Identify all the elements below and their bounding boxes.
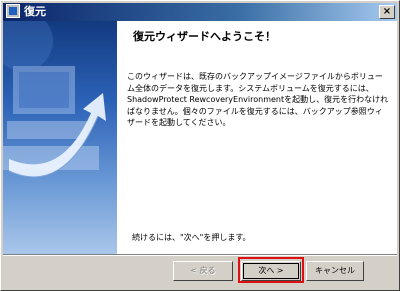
continue-instruction: 続けるには、"次へ"を押します。 <box>132 233 251 242</box>
wizard-description: このウィザードは、既存のバックアップイメージファイルからボリューム全体のデータを… <box>127 72 389 127</box>
footer-divider <box>3 254 397 256</box>
back-button[interactable]: < 戻る <box>173 261 233 281</box>
wizard-content: 復元ウィザードへようこそ！ このウィザードは、既存のバックアップイメージファイル… <box>3 21 397 254</box>
app-icon <box>6 4 20 18</box>
cancel-button[interactable]: キャンセル <box>306 261 364 281</box>
title-bar[interactable]: 復元 × <box>3 3 397 21</box>
wizard-heading: 復元ウィザードへようこそ！ <box>133 30 276 43</box>
wizard-side-image <box>3 21 117 254</box>
window-title: 復元 <box>24 5 46 18</box>
next-button-highlight <box>238 257 304 283</box>
close-button[interactable]: × <box>379 5 395 19</box>
computer-arrow-illustration <box>3 21 106 178</box>
restore-wizard-window: 復元 × 復元ウィザードへようこそ！ このウィザードは、既存のバックアップイメー… <box>0 0 400 291</box>
